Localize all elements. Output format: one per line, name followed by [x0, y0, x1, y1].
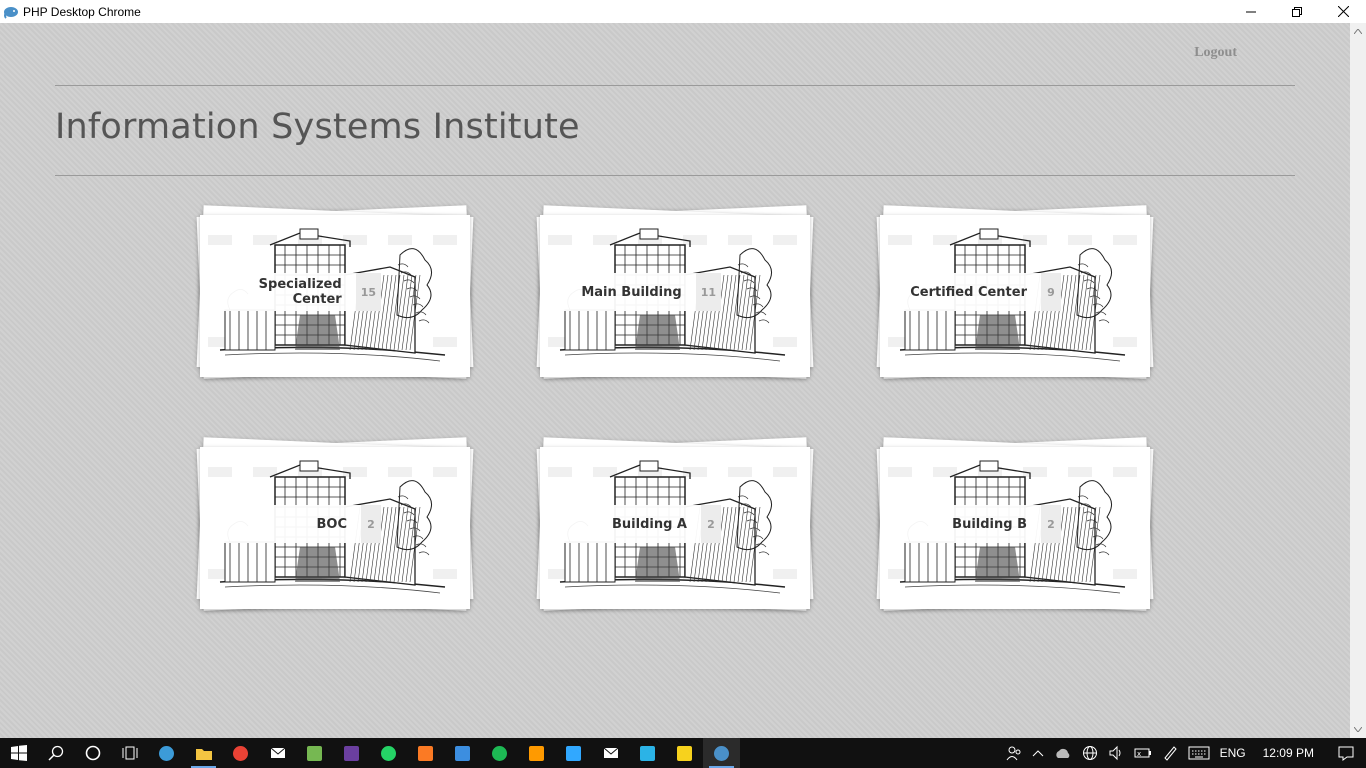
building-label[interactable]: Certified Center 9 — [891, 273, 1061, 311]
task-view-icon[interactable] — [111, 738, 148, 768]
building-card[interactable]: Main Building 11 — [534, 201, 816, 391]
chevron-up-icon[interactable] — [1027, 738, 1049, 768]
onedrive-cloud-icon[interactable] — [1049, 738, 1077, 768]
keyboard-icon[interactable] — [1183, 738, 1215, 768]
notifications-icon[interactable] — [1326, 738, 1366, 768]
restore-icon — [1292, 6, 1302, 17]
php-desktop-icon[interactable] — [703, 738, 740, 768]
building-card[interactable]: Specialized Center 15 — [194, 201, 476, 391]
room-count-badge: 2 — [361, 505, 381, 543]
building-label[interactable]: Building B 2 — [891, 505, 1061, 543]
mail-icon[interactable] — [259, 738, 296, 768]
pen-icon[interactable] — [1157, 738, 1183, 768]
building-label[interactable]: Main Building 11 — [551, 273, 721, 311]
scroll-up-icon[interactable] — [1350, 23, 1366, 40]
building-name: BOC — [316, 516, 347, 532]
start-icon[interactable] — [0, 738, 37, 768]
building-name: Certified Center — [910, 284, 1027, 300]
building-label[interactable]: Building A 2 — [551, 505, 721, 543]
recycle-app-icon[interactable] — [444, 738, 481, 768]
battery-icon[interactable]: x — [1129, 738, 1157, 768]
building-label[interactable]: Specialized Center 15 — [211, 273, 381, 311]
building-name: Building A — [612, 516, 687, 532]
notion-icon[interactable] — [592, 738, 629, 768]
minimize-icon — [1246, 11, 1256, 12]
spotify-icon[interactable] — [481, 738, 518, 768]
building-card[interactable]: BOC 2 — [194, 433, 476, 623]
system-tray: x ENG 12:09 PM — [1001, 738, 1366, 768]
taskbar: x ENG 12:09 PM — [0, 738, 1366, 768]
cortana-icon[interactable] — [74, 738, 111, 768]
room-count-badge: 2 — [701, 505, 721, 543]
php-elephant-icon — [4, 6, 18, 19]
page-content: Logout Information Systems Institute Spe… — [0, 23, 1350, 738]
minimize-button[interactable] — [1228, 0, 1274, 23]
close-button[interactable] — [1320, 0, 1366, 23]
building-card[interactable]: Building A 2 — [534, 433, 816, 623]
edge-icon[interactable] — [148, 738, 185, 768]
building-card[interactable]: Building B 2 — [874, 433, 1156, 623]
scroll-down-icon[interactable] — [1350, 721, 1366, 738]
logout-link[interactable]: Logout — [1194, 45, 1237, 61]
svg-text:x: x — [1137, 750, 1141, 758]
room-count-badge: 9 — [1041, 273, 1061, 311]
file-explorer-icon[interactable] — [185, 738, 222, 768]
language-indicator[interactable]: ENG — [1215, 738, 1251, 768]
volume-icon[interactable] — [1103, 738, 1129, 768]
window-title: PHP Desktop Chrome — [23, 4, 141, 19]
illustrator-icon[interactable] — [518, 738, 555, 768]
phpstorm-icon[interactable] — [333, 738, 370, 768]
room-count-badge: 11 — [695, 273, 721, 311]
clock[interactable]: 12:09 PM — [1251, 738, 1326, 768]
building-label[interactable]: BOC 2 — [211, 505, 381, 543]
window-titlebar: PHP Desktop Chrome — [0, 0, 1366, 23]
search-icon[interactable] — [37, 738, 74, 768]
sticky-notes-icon[interactable] — [666, 738, 703, 768]
close-icon — [1337, 6, 1349, 17]
divider — [55, 85, 1295, 86]
chrome-icon[interactable] — [222, 738, 259, 768]
page-title: Information Systems Institute — [55, 107, 580, 147]
building-card[interactable]: Certified Center 9 — [874, 201, 1156, 391]
room-count-badge: 2 — [1041, 505, 1061, 543]
building-name: Main Building — [581, 284, 682, 300]
photoshop-icon[interactable] — [555, 738, 592, 768]
globe-network-icon[interactable] — [1077, 738, 1103, 768]
whatsapp-icon[interactable] — [370, 738, 407, 768]
remote-desktop-icon[interactable] — [629, 738, 666, 768]
vertical-scrollbar[interactable] — [1350, 23, 1366, 738]
xampp-icon[interactable] — [407, 738, 444, 768]
divider — [55, 175, 1295, 176]
building-name: Building B — [952, 516, 1027, 532]
building-name: Specialized Center — [258, 277, 342, 307]
utorrent-icon[interactable] — [296, 738, 333, 768]
restore-button[interactable] — [1274, 0, 1320, 23]
people-icon[interactable] — [1001, 738, 1027, 768]
room-count-badge: 15 — [355, 273, 381, 311]
